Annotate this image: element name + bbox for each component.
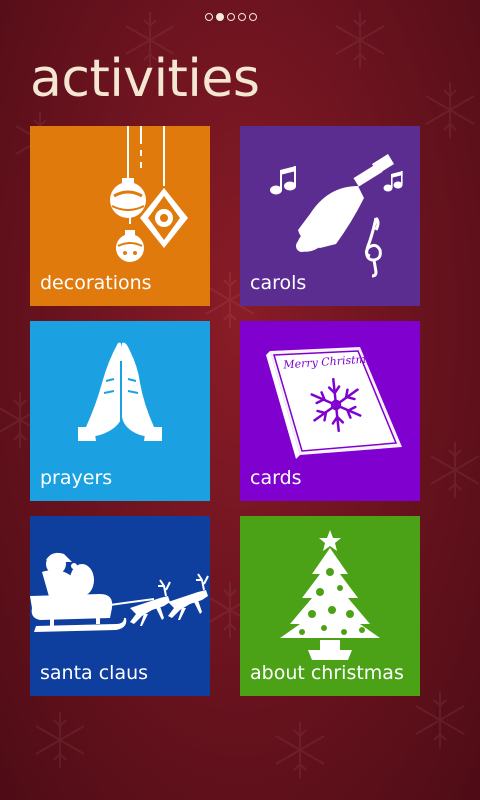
page-title: activities: [30, 49, 260, 109]
tile-label: santa claus: [40, 662, 149, 684]
tile-label: cards: [250, 467, 302, 489]
page-dot-3[interactable]: [227, 13, 235, 21]
tile-label: prayers: [40, 467, 113, 489]
page-dot-2-active[interactable]: [216, 13, 224, 21]
tile-label: carols: [250, 272, 307, 294]
page-dot-5[interactable]: [249, 13, 257, 21]
tile-decorations[interactable]: decorations: [30, 126, 210, 306]
tile-carols[interactable]: carols: [240, 126, 420, 306]
page-indicator: [205, 13, 257, 21]
tile-santa-claus[interactable]: santa claus: [30, 516, 210, 696]
tile-about-christmas[interactable]: about christmas: [240, 516, 420, 696]
tile-label: decorations: [40, 272, 152, 294]
page-dot-4[interactable]: [238, 13, 246, 21]
tile-label: about christmas: [250, 662, 404, 684]
tile-prayers[interactable]: prayers: [30, 321, 210, 501]
page-dot-1[interactable]: [205, 13, 213, 21]
tile-cards[interactable]: Merry Christmas cards: [240, 321, 420, 501]
